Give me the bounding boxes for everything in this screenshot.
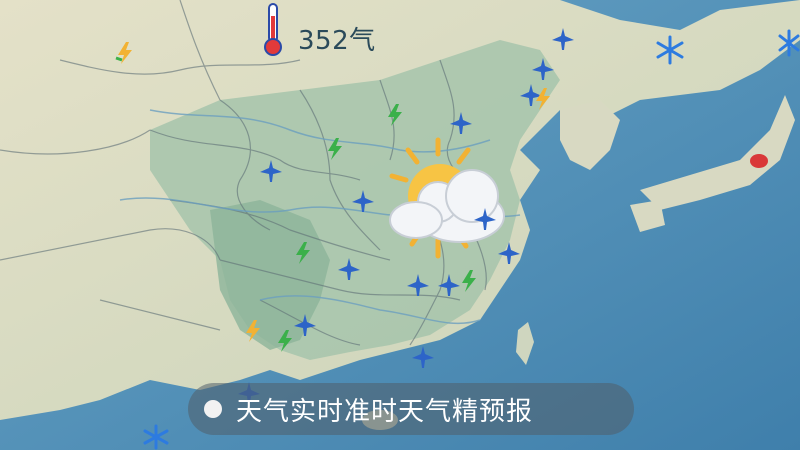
plane-icon[interactable] xyxy=(336,256,362,282)
temperature-label: 352气 xyxy=(298,26,376,56)
plane-icon[interactable] xyxy=(405,272,431,298)
plane-icon[interactable] xyxy=(530,56,556,82)
lightning-icon[interactable] xyxy=(272,328,298,354)
lightning-icon[interactable] xyxy=(290,240,316,266)
caption-bar: 天气实时准时天气精预报 xyxy=(188,383,634,435)
thermometer-icon xyxy=(264,3,282,56)
plane-icon[interactable] xyxy=(258,158,284,184)
lightning-icon[interactable] xyxy=(530,86,556,112)
lightning-icon[interactable] xyxy=(322,136,348,162)
record-dot-icon xyxy=(204,400,222,418)
lightning-icon[interactable] xyxy=(112,40,138,66)
plane-icon[interactable] xyxy=(496,240,522,266)
plane-icon[interactable] xyxy=(448,110,474,136)
plane-icon[interactable] xyxy=(550,26,576,52)
caption-text: 天气实时准时天气精预报 xyxy=(236,396,534,427)
snowflake-icon[interactable] xyxy=(140,424,172,450)
plane-icon[interactable] xyxy=(472,206,498,232)
plane-icon[interactable] xyxy=(350,188,376,214)
rain-icon[interactable] xyxy=(748,152,770,170)
lightning-icon[interactable] xyxy=(456,268,482,294)
snowflake-icon[interactable] xyxy=(654,34,686,66)
lightning-icon[interactable] xyxy=(240,318,266,344)
lightning-icon[interactable] xyxy=(382,102,408,128)
snowflake-icon[interactable] xyxy=(778,28,800,58)
plane-icon[interactable] xyxy=(410,344,436,370)
weather-map-screen: 352气 天气实时准时天气精预报 xyxy=(0,0,800,450)
